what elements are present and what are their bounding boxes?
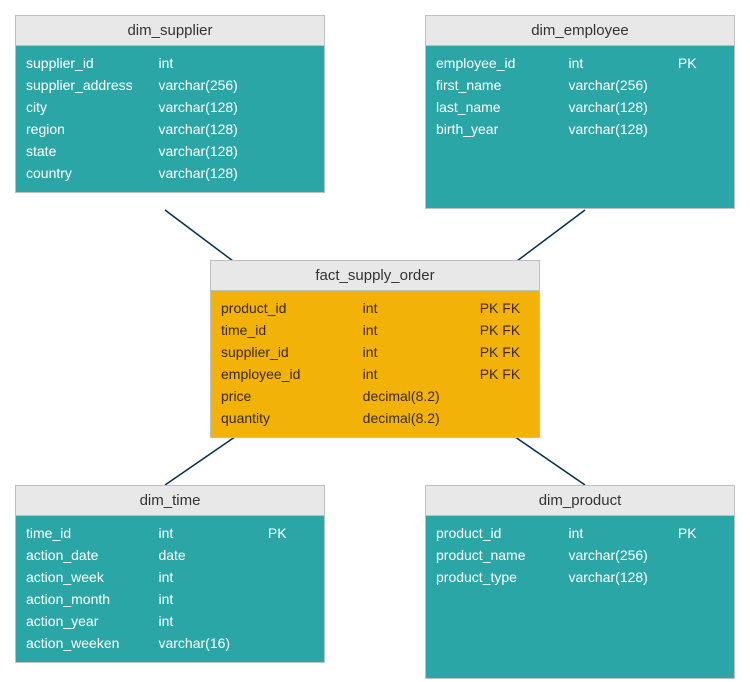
column-type: varchar(16) [158,632,267,654]
column-key: PK FK [480,341,529,363]
column-key: PK [678,522,724,544]
table-row: action_weekenvarchar(16) [26,632,314,654]
entity-title: dim_time [16,486,324,516]
entity-title: dim_employee [426,16,734,46]
table-row: employee_idintPK FK [221,363,529,385]
column-key: PK [678,52,724,74]
column-name: supplier_id [26,52,158,74]
table-row: time_idintPK [26,522,314,544]
column-name: product_name [436,544,568,566]
table-row: supplier_idintPK FK [221,341,529,363]
column-type: varchar(128) [568,96,677,118]
entity-dim-time: dim_time time_idintPK action_datedate ac… [15,485,325,663]
table-row: statevarchar(128) [26,140,314,162]
table-row: last_namevarchar(128) [436,96,724,118]
table-row: first_namevarchar(256) [436,74,724,96]
column-name: product_id [221,297,363,319]
entity-dim-supplier: dim_supplier supplier_idint supplier_add… [15,15,325,193]
entity-body: supplier_idint supplier_addressvarchar(2… [16,46,324,192]
column-type: int [363,297,480,319]
entity-body: time_idintPK action_datedate action_week… [16,516,324,662]
column-name: action_date [26,544,158,566]
column-type: int [158,610,267,632]
column-name: region [26,118,158,140]
column-name: product_type [436,566,568,588]
column-name: state [26,140,158,162]
table-row: pricedecimal(8.2) [221,385,529,407]
column-name: action_year [26,610,158,632]
table-row: time_idintPK FK [221,319,529,341]
entity-fact-supply-order: fact_supply_order product_idintPK FK tim… [210,260,540,438]
column-type: int [158,522,267,544]
column-type: varchar(128) [158,140,267,162]
column-name: country [26,162,158,184]
column-type: int [158,588,267,610]
column-type: date [158,544,267,566]
column-type: varchar(128) [158,118,267,140]
column-name: employee_id [221,363,363,385]
table-row: product_idintPK FK [221,297,529,319]
table-row: regionvarchar(128) [26,118,314,140]
table-row: supplier_idint [26,52,314,74]
table-row: cityvarchar(128) [26,96,314,118]
column-name: action_month [26,588,158,610]
column-type: int [363,319,480,341]
entity-body: employee_idintPK first_namevarchar(256) … [426,46,734,208]
entity-body: product_idintPK product_namevarchar(256)… [426,516,734,678]
table-row: birth_yearvarchar(128) [436,118,724,140]
column-name: quantity [221,407,363,429]
column-type: int [158,52,267,74]
entity-dim-employee: dim_employee employee_idintPK first_name… [425,15,735,209]
diagram-canvas: dim_supplier supplier_idint supplier_add… [0,0,750,682]
column-type: int [363,363,480,385]
column-name: employee_id [436,52,568,74]
column-type: varchar(256) [568,544,677,566]
column-key: PK FK [480,297,529,319]
column-type: decimal(8.2) [363,385,480,407]
table-row: action_datedate [26,544,314,566]
table-row: employee_idintPK [436,52,724,74]
column-key: PK [268,522,314,544]
entity-body: product_idintPK FK time_idintPK FK suppl… [211,291,539,437]
column-type: varchar(128) [568,118,677,140]
entity-title: dim_product [426,486,734,516]
column-name: product_id [436,522,568,544]
column-type: varchar(128) [158,96,267,118]
entity-title: dim_supplier [16,16,324,46]
column-name: action_week [26,566,158,588]
column-key: PK FK [480,363,529,385]
column-type: varchar(128) [568,566,677,588]
column-name: first_name [436,74,568,96]
column-name: last_name [436,96,568,118]
table-row: supplier_addressvarchar(256) [26,74,314,96]
column-type: int [568,52,677,74]
column-type: decimal(8.2) [363,407,480,429]
column-type: varchar(256) [568,74,677,96]
table-row: action_yearint [26,610,314,632]
column-name: action_weeken [26,632,158,654]
entity-title: fact_supply_order [211,261,539,291]
column-type: varchar(128) [158,162,267,184]
column-key: PK FK [480,319,529,341]
column-name: time_id [26,522,158,544]
column-type: int [158,566,267,588]
column-name: supplier_id [221,341,363,363]
table-row: product_idintPK [436,522,724,544]
column-name: time_id [221,319,363,341]
column-type: varchar(256) [158,74,267,96]
table-row: product_typevarchar(128) [436,566,724,588]
column-name: supplier_address [26,74,158,96]
table-row: action_weekint [26,566,314,588]
table-row: quantitydecimal(8.2) [221,407,529,429]
column-name: birth_year [436,118,568,140]
table-row: product_namevarchar(256) [436,544,724,566]
column-type: int [363,341,480,363]
column-name: price [221,385,363,407]
column-name: city [26,96,158,118]
entity-dim-product: dim_product product_idintPK product_name… [425,485,735,679]
table-row: countryvarchar(128) [26,162,314,184]
column-type: int [568,522,677,544]
table-row: action_monthint [26,588,314,610]
